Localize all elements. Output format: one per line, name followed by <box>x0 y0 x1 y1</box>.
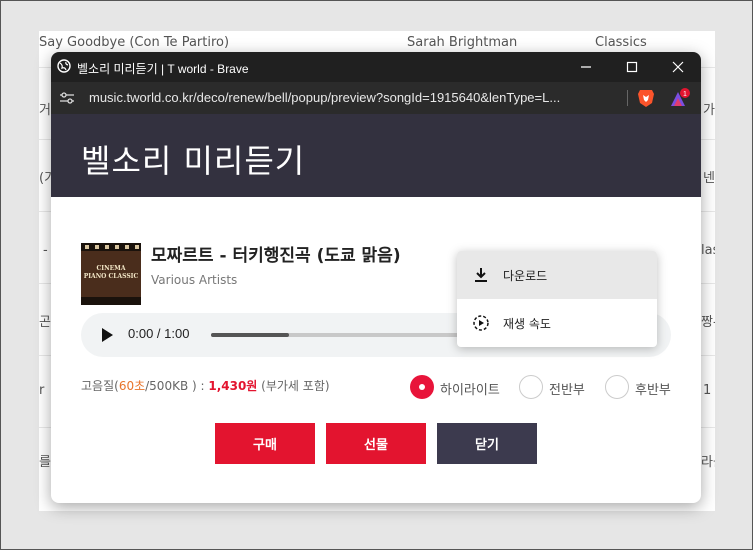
seek-progress <box>211 333 289 337</box>
background-row-title: 거 <box>39 103 51 118</box>
film-strip <box>81 243 141 251</box>
download-icon <box>475 268 487 282</box>
window-titlebar[interactable]: 벨소리 미리듣기 | T world - Brave <box>51 52 701 82</box>
radio-highlight[interactable] <box>410 375 434 399</box>
radio-highlight-label[interactable]: 하이라이트 <box>440 379 500 398</box>
film-hole <box>95 245 99 249</box>
menu-item-label: 다운로드 <box>503 269 548 283</box>
background-row-genre: Classics <box>595 35 647 50</box>
price-value: 1,430원 <box>208 379 258 393</box>
menu-item-download[interactable]: 다운로드 <box>457 251 657 299</box>
menu-item-label: 재생 속도 <box>503 317 551 331</box>
quality-label: 고음질( <box>81 379 119 393</box>
background-row-title: Say Goodbye (Con Te Partiro) <box>39 35 230 50</box>
popup-content: CINEMA PIANO CLASSIC 모짜르트 - 터키행진곡 (도쿄 맑음… <box>51 197 701 503</box>
album-art-text: CINEMA PIANO CLASSIC <box>81 265 141 281</box>
rewards-badge: 1 <box>683 91 687 98</box>
maximize-icon <box>626 61 638 73</box>
section-options: 하이라이트 전반부 후반부 <box>409 375 671 401</box>
brave-rewards-icon[interactable]: 1 <box>669 88 691 108</box>
window-title: 벨소리 미리듣기 | T world - Brave <box>77 62 249 76</box>
film-hole <box>125 245 129 249</box>
minimize-icon <box>581 66 591 68</box>
radio-first-half[interactable] <box>519 375 543 399</box>
size-suffix: /500KB ) : <box>145 379 209 393</box>
gift-button[interactable]: 선물 <box>326 423 426 464</box>
buy-button[interactable]: 구매 <box>215 423 315 464</box>
film-hole <box>115 245 119 249</box>
background-row-title: 를 <box>39 455 51 470</box>
brave-shields-icon[interactable] <box>637 88 655 108</box>
film-hole <box>85 245 89 249</box>
album-art-line: PIANO CLASSIC <box>83 273 139 280</box>
background-row-genre: 1 <box>703 383 712 398</box>
price-info: 고음질(60초/500KB ) : 1,430원 (부가세 포함) <box>81 377 330 394</box>
background-row-title: r <box>39 383 45 398</box>
radio-second-half-label[interactable]: 후반부 <box>635 379 671 398</box>
minimize-button[interactable] <box>563 52 609 82</box>
playback-time: 0:00 / 1:00 <box>128 326 190 341</box>
close-icon <box>672 61 684 73</box>
close-window-button[interactable] <box>655 52 701 82</box>
maximize-button[interactable] <box>609 52 655 82</box>
background-row-genre: 넨설 <box>703 171 715 186</box>
film-hole <box>105 245 109 249</box>
background-row-genre: 라를 <box>701 455 715 470</box>
globe-icon <box>57 59 71 73</box>
background-row-artist: Sarah Brightman <box>407 35 518 50</box>
tax-note: (부가세 포함) <box>257 379 330 393</box>
url-field[interactable]: music.tworld.co.kr/deco/renew/bell/popup… <box>89 90 560 105</box>
background-row-genre: 가 <box>703 103 715 118</box>
song-title: 모짜르트 - 터키행진곡 (도쿄 맑음) <box>151 246 401 266</box>
page-title: 벨소리 미리듣기 <box>81 142 306 180</box>
album-art: CINEMA PIANO CLASSIC <box>81 243 141 305</box>
seek-bar[interactable] <box>211 333 471 337</box>
playback-speed-icon <box>473 315 489 331</box>
background-row-genre: lass <box>701 243 715 258</box>
menu-item-playback-speed[interactable]: 재생 속도 <box>457 299 657 347</box>
site-settings-icon[interactable] <box>59 91 75 105</box>
address-divider <box>627 90 628 106</box>
popup-header: 벨소리 미리듣기 <box>51 114 701 197</box>
duration-value: 60초 <box>118 379 146 393</box>
address-bar: music.tworld.co.kr/deco/renew/bell/popup… <box>51 82 701 114</box>
album-art-line: CINEMA <box>96 265 126 272</box>
background-row-title: - <box>43 243 48 258</box>
player-context-menu: 다운로드 재생 속도 <box>457 251 657 347</box>
film-strip <box>81 297 141 305</box>
song-artist: Various Artists <box>151 273 238 287</box>
close-button[interactable]: 닫기 <box>437 423 537 464</box>
radio-second-half[interactable] <box>605 375 629 399</box>
play-icon[interactable] <box>101 328 113 342</box>
radio-first-half-label[interactable]: 전반부 <box>549 379 585 398</box>
background-row-genre: 짱- <box>701 315 715 330</box>
film-hole <box>135 245 139 249</box>
